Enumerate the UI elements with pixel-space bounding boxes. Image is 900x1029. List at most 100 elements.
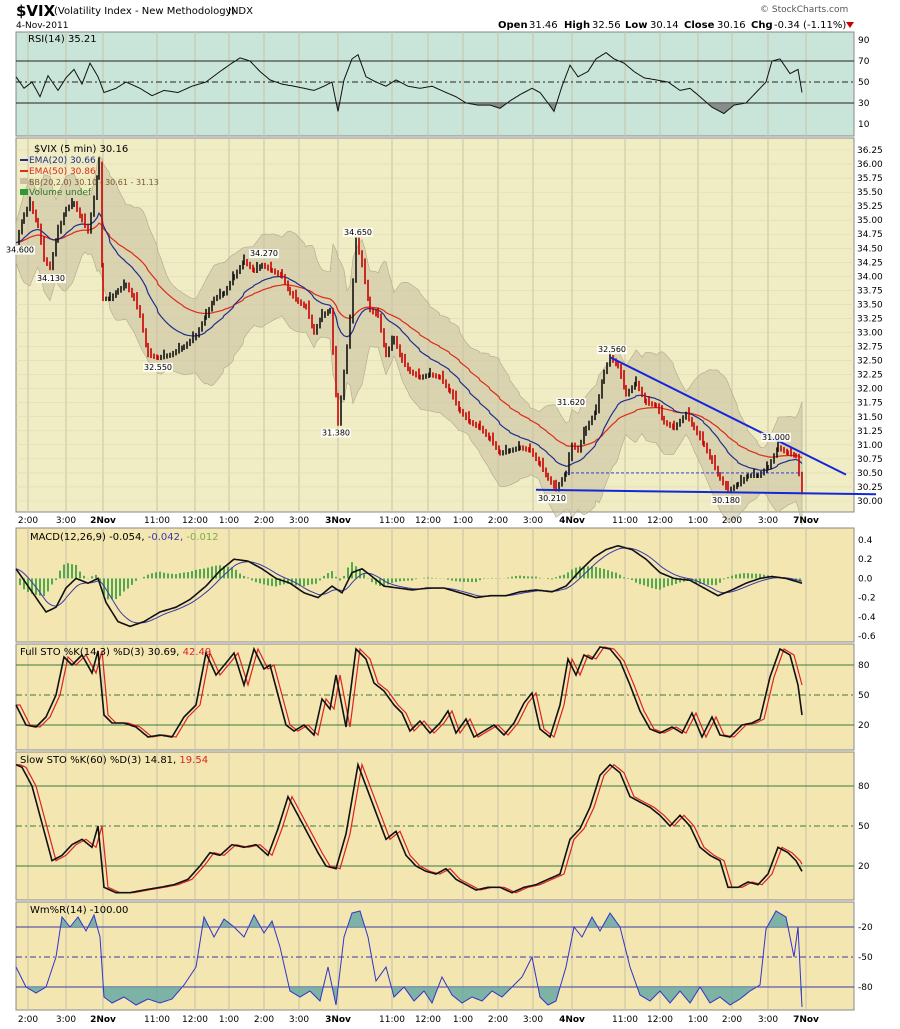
- time-tick-label: 2Nov: [90, 1015, 116, 1025]
- macd-legend-text: MACD(12,26,9) -0.054, -0.042, -0.012: [30, 532, 219, 543]
- time-tick-label: 1:00: [219, 516, 239, 526]
- price-annotation: 34.270: [250, 249, 278, 258]
- ohlc-readout: Open 31.46 High 32.56 Low 30.14 Close 30…: [498, 20, 854, 31]
- price-tick-label: 33.75: [857, 286, 883, 296]
- price-tick-label: 33.50: [857, 300, 883, 310]
- time-tick-label: 1:00: [688, 1015, 708, 1025]
- price-tick-label: 30.75: [857, 455, 883, 465]
- price-annotation: 30.210: [538, 494, 566, 503]
- time-tick-label: 7Nov: [793, 516, 819, 526]
- macd-tick-label: -0.2: [858, 594, 876, 604]
- price-annotation: 30.180: [712, 496, 740, 505]
- ssto-legend: Slow STO %K(60) %D(3) 14.81, 19.54: [20, 755, 208, 766]
- price-tick-label: 35.00: [857, 216, 883, 226]
- time-tick-label: 11:00: [612, 1015, 638, 1025]
- chg-value: -0.34 (-1.11%): [774, 20, 846, 31]
- time-tick-label: 12:00: [415, 1015, 441, 1025]
- time-tick-label: 3:00: [758, 1015, 778, 1025]
- time-tick-label: 2:00: [722, 1015, 742, 1025]
- fsto-tick-label: 50: [858, 691, 870, 701]
- rsi-panel: [15, 31, 855, 137]
- bb-swatch: [20, 178, 28, 184]
- time-tick-label: 3:00: [289, 1015, 309, 1025]
- time-tick-label: 4Nov: [559, 516, 585, 526]
- price-annotation: 34.130: [37, 274, 65, 283]
- price-tick-label: 30.25: [857, 483, 883, 493]
- time-tick-label: 2:00: [488, 1015, 508, 1025]
- high-label: High: [564, 20, 590, 31]
- fsto-legend: Full STO %K(14,3) %D(3) 30.69, 42.49: [20, 647, 211, 658]
- ssto-legend-text: Slow STO %K(60) %D(3) 14.81, 19.54: [20, 755, 208, 766]
- rsi-tick-label: 50: [858, 78, 870, 88]
- price-tick-label: 35.25: [857, 202, 883, 212]
- time-tick-label: 2:00: [18, 1015, 38, 1025]
- close-label: Close: [684, 20, 715, 31]
- macd-legend: MACD(12,26,9) -0.054, -0.042, -0.012: [30, 532, 219, 543]
- fsto-panel: [15, 643, 855, 751]
- time-tick-label: 1:00: [453, 516, 473, 526]
- rsi-tick-label: 70: [858, 57, 870, 67]
- rsi-legend: RSI(14) 35.21: [28, 34, 97, 45]
- time-tick-label: 4Nov: [559, 1015, 585, 1025]
- price-tick-label: 31.50: [857, 413, 883, 423]
- price-tick-label: 36.25: [857, 146, 883, 156]
- time-tick-label: 3:00: [56, 516, 76, 526]
- wr-legend: Wm%R(14) -100.00: [30, 905, 128, 916]
- chg-label: Chg: [751, 20, 773, 31]
- wr-tick-label: -80: [858, 983, 873, 993]
- time-tick-label: 1:00: [219, 1015, 239, 1025]
- time-tick-label: 3Nov: [325, 1015, 351, 1025]
- time-tick-label: 11:00: [612, 516, 638, 526]
- ssto-tick-label: 80: [858, 782, 870, 792]
- open-value: 31.46: [529, 20, 558, 31]
- time-tick-label: 3:00: [523, 516, 543, 526]
- time-tick-label: 2:00: [254, 1015, 274, 1025]
- price-annotation: 34.600: [6, 246, 34, 255]
- price-tick-label: 34.75: [857, 230, 883, 240]
- ssto-d: 19.54: [179, 755, 208, 766]
- price-tick-label: 35.50: [857, 188, 883, 198]
- price-tick-label: 34.00: [857, 272, 883, 282]
- time-tick-label: 1:00: [688, 516, 708, 526]
- stock-chart: $VIX (Volatility Index - New Methodology…: [5, 2, 883, 1025]
- chart-symbol: $VIX: [16, 2, 56, 20]
- time-tick-label: 11:00: [144, 1015, 170, 1025]
- chart-date: 4-Nov-2011: [16, 21, 68, 31]
- price-annotation: 31.620: [557, 398, 585, 407]
- price-tick-label: 33.25: [857, 314, 883, 324]
- time-tick-label: 2:00: [254, 516, 274, 526]
- price-tick-label: 36.00: [857, 160, 883, 170]
- fsto-d: 42.49: [183, 647, 212, 658]
- wr-tick-label: -20: [858, 923, 873, 933]
- price-tick-label: 34.50: [857, 244, 883, 254]
- price-tick-label: 31.75: [857, 399, 883, 409]
- time-tick-label: 11:00: [379, 1015, 405, 1025]
- chart-copyright: © StockCharts.com: [760, 5, 848, 15]
- volume-legend-text: Volume undef: [29, 188, 92, 198]
- ssto-tick-label: 50: [858, 822, 870, 832]
- time-tick-label: 3:00: [289, 516, 309, 526]
- ema50-legend-text: EMA(50) 30.86: [29, 167, 96, 177]
- macd-tick-label: -0.4: [858, 613, 876, 623]
- price-tick-label: 35.75: [857, 174, 883, 184]
- down-arrow-icon: [846, 22, 854, 28]
- rsi-tick-label: 10: [858, 120, 870, 130]
- macd-tick-label: 0.2: [858, 555, 872, 565]
- chart-name: (Volatility Index - New Methodology): [54, 6, 236, 17]
- time-tick-label: 12:00: [415, 516, 441, 526]
- fsto-legend-text: Full STO %K(14,3) %D(3) 30.69, 42.49: [20, 647, 211, 658]
- high-value: 32.56: [592, 20, 621, 31]
- time-tick-label: 12:00: [647, 1015, 673, 1025]
- macd-tick-label: -0.6: [858, 632, 876, 642]
- ssto-main: Slow STO %K(60) %D(3) 14.81,: [20, 755, 176, 766]
- bb-legend-text: BB(20,2.0) 30.10 - 30.61 - 31.13: [29, 178, 159, 187]
- price-annotation: 31.380: [322, 428, 350, 437]
- time-tick-label: 2Nov: [90, 516, 116, 526]
- ema20-legend-text: EMA(20) 30.66: [29, 156, 96, 166]
- rsi-legend-text: RSI(14) 35.21: [28, 34, 97, 45]
- fsto-tick-label: 80: [858, 661, 870, 671]
- price-tick-label: 30.50: [857, 469, 883, 479]
- price-annotation: 32.560: [598, 345, 626, 354]
- macd-signal: -0.042,: [148, 532, 183, 543]
- time-tick-label: 12:00: [647, 516, 673, 526]
